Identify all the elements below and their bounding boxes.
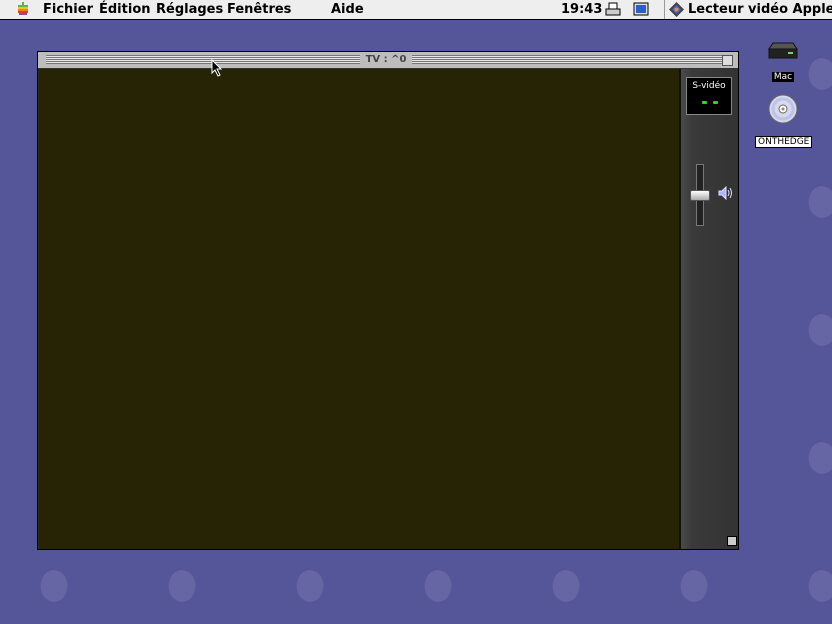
mouse-pointer-icon <box>211 59 223 77</box>
menu-bar: Fichier Édition Réglages Fenêtres Aide 1… <box>0 0 832 20</box>
desktop-icon-mac[interactable]: Mac <box>765 42 801 83</box>
volume-slider-thumb[interactable] <box>690 189 710 201</box>
window-title-bar[interactable]: TV : ^0 <box>38 52 738 69</box>
signal-led-right <box>713 101 718 104</box>
video-player-icon[interactable] <box>669 2 684 17</box>
video-display[interactable] <box>39 69 681 549</box>
menu-fenetres[interactable]: Fenêtres <box>227 2 291 17</box>
application-menu-label[interactable]: Lecteur vidéo Apple <box>688 2 832 17</box>
apple-logo-icon[interactable] <box>16 2 30 16</box>
menu-fichier[interactable]: Fichier <box>43 2 93 17</box>
desktop-icon-label: Mac <box>771 72 795 82</box>
signal-led-left <box>702 101 707 104</box>
window-title: TV : ^0 <box>360 53 412 67</box>
desktop-icon-onthedge[interactable]: ONTHEDGE <box>755 93 813 148</box>
source-label: S-vidéo <box>692 81 726 91</box>
window-zoom-button[interactable] <box>722 55 733 66</box>
controls-panel: S-vidéo <box>681 69 738 549</box>
hard-disk-icon <box>768 42 798 59</box>
menubar-clock[interactable]: 19:43 <box>561 2 602 17</box>
monitor-icon[interactable] <box>633 2 649 17</box>
printer-icon[interactable] <box>605 2 621 17</box>
desktop-icon-label: ONTHEDGE <box>755 136 813 148</box>
menu-reglages[interactable]: Réglages <box>156 2 223 17</box>
tv-window: TV : ^0 S-vidéo <box>37 51 739 550</box>
source-selector[interactable]: S-vidéo <box>686 77 732 115</box>
menu-aide[interactable]: Aide <box>331 2 364 17</box>
menubar-separator <box>664 0 665 19</box>
menu-edition[interactable]: Édition <box>99 2 151 17</box>
window-resize-handle[interactable] <box>727 536 737 546</box>
speaker-icon[interactable] <box>718 186 734 200</box>
cd-rom-icon <box>768 94 798 124</box>
